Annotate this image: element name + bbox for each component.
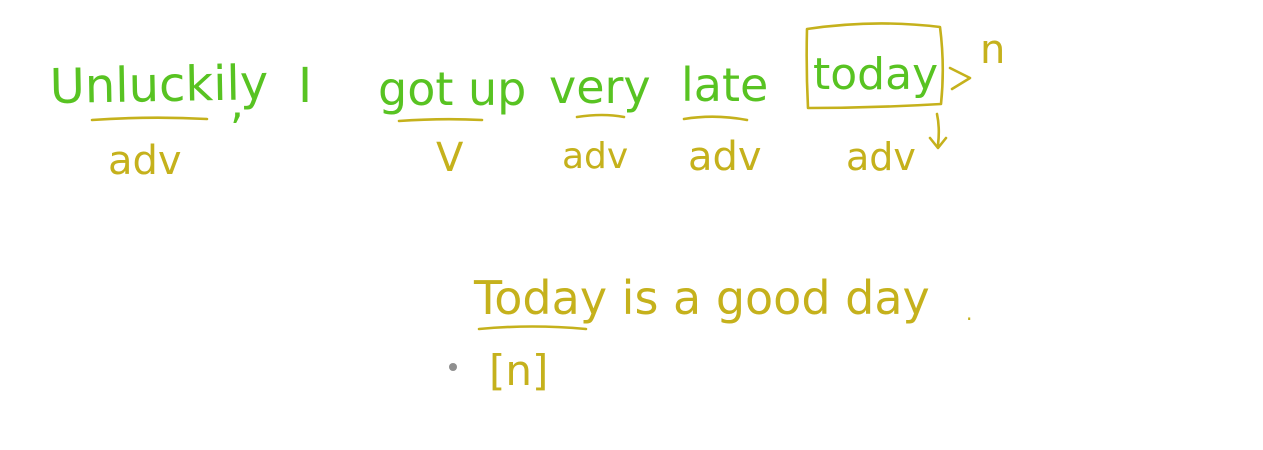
arrow-to-noun bbox=[948, 66, 972, 91]
underline-late bbox=[682, 115, 749, 122]
underline-unluckily bbox=[90, 116, 209, 122]
sentence-2-period: . bbox=[966, 301, 972, 325]
word-late: late bbox=[681, 58, 768, 112]
down-arrow-stem bbox=[935, 112, 941, 147]
word-very: very bbox=[549, 60, 651, 114]
label-adv-3: adv bbox=[688, 134, 762, 180]
word-i: I bbox=[298, 58, 312, 114]
underline-today-2 bbox=[477, 325, 588, 331]
sentence-2-label: [n] bbox=[489, 346, 548, 395]
underline-very bbox=[575, 113, 626, 119]
label-adv-1: adv bbox=[108, 138, 182, 184]
label-adv-2: adv bbox=[562, 136, 628, 177]
word-today: today bbox=[813, 49, 938, 100]
noun-marker: n bbox=[980, 27, 1005, 73]
word-got-up: got up bbox=[378, 62, 526, 116]
underline-got bbox=[397, 117, 484, 123]
label-v: V bbox=[436, 135, 464, 181]
pen-cursor-dot bbox=[449, 363, 457, 371]
label-adv-4: adv bbox=[846, 135, 916, 179]
whiteboard-canvas: Unluckily , I got up very late today n a… bbox=[0, 0, 1263, 450]
handwritten-notes: Unluckily , I got up very late today n a… bbox=[49, 22, 1005, 395]
sentence-2-text: Today is a good day bbox=[473, 271, 930, 325]
comma: , bbox=[230, 78, 244, 129]
